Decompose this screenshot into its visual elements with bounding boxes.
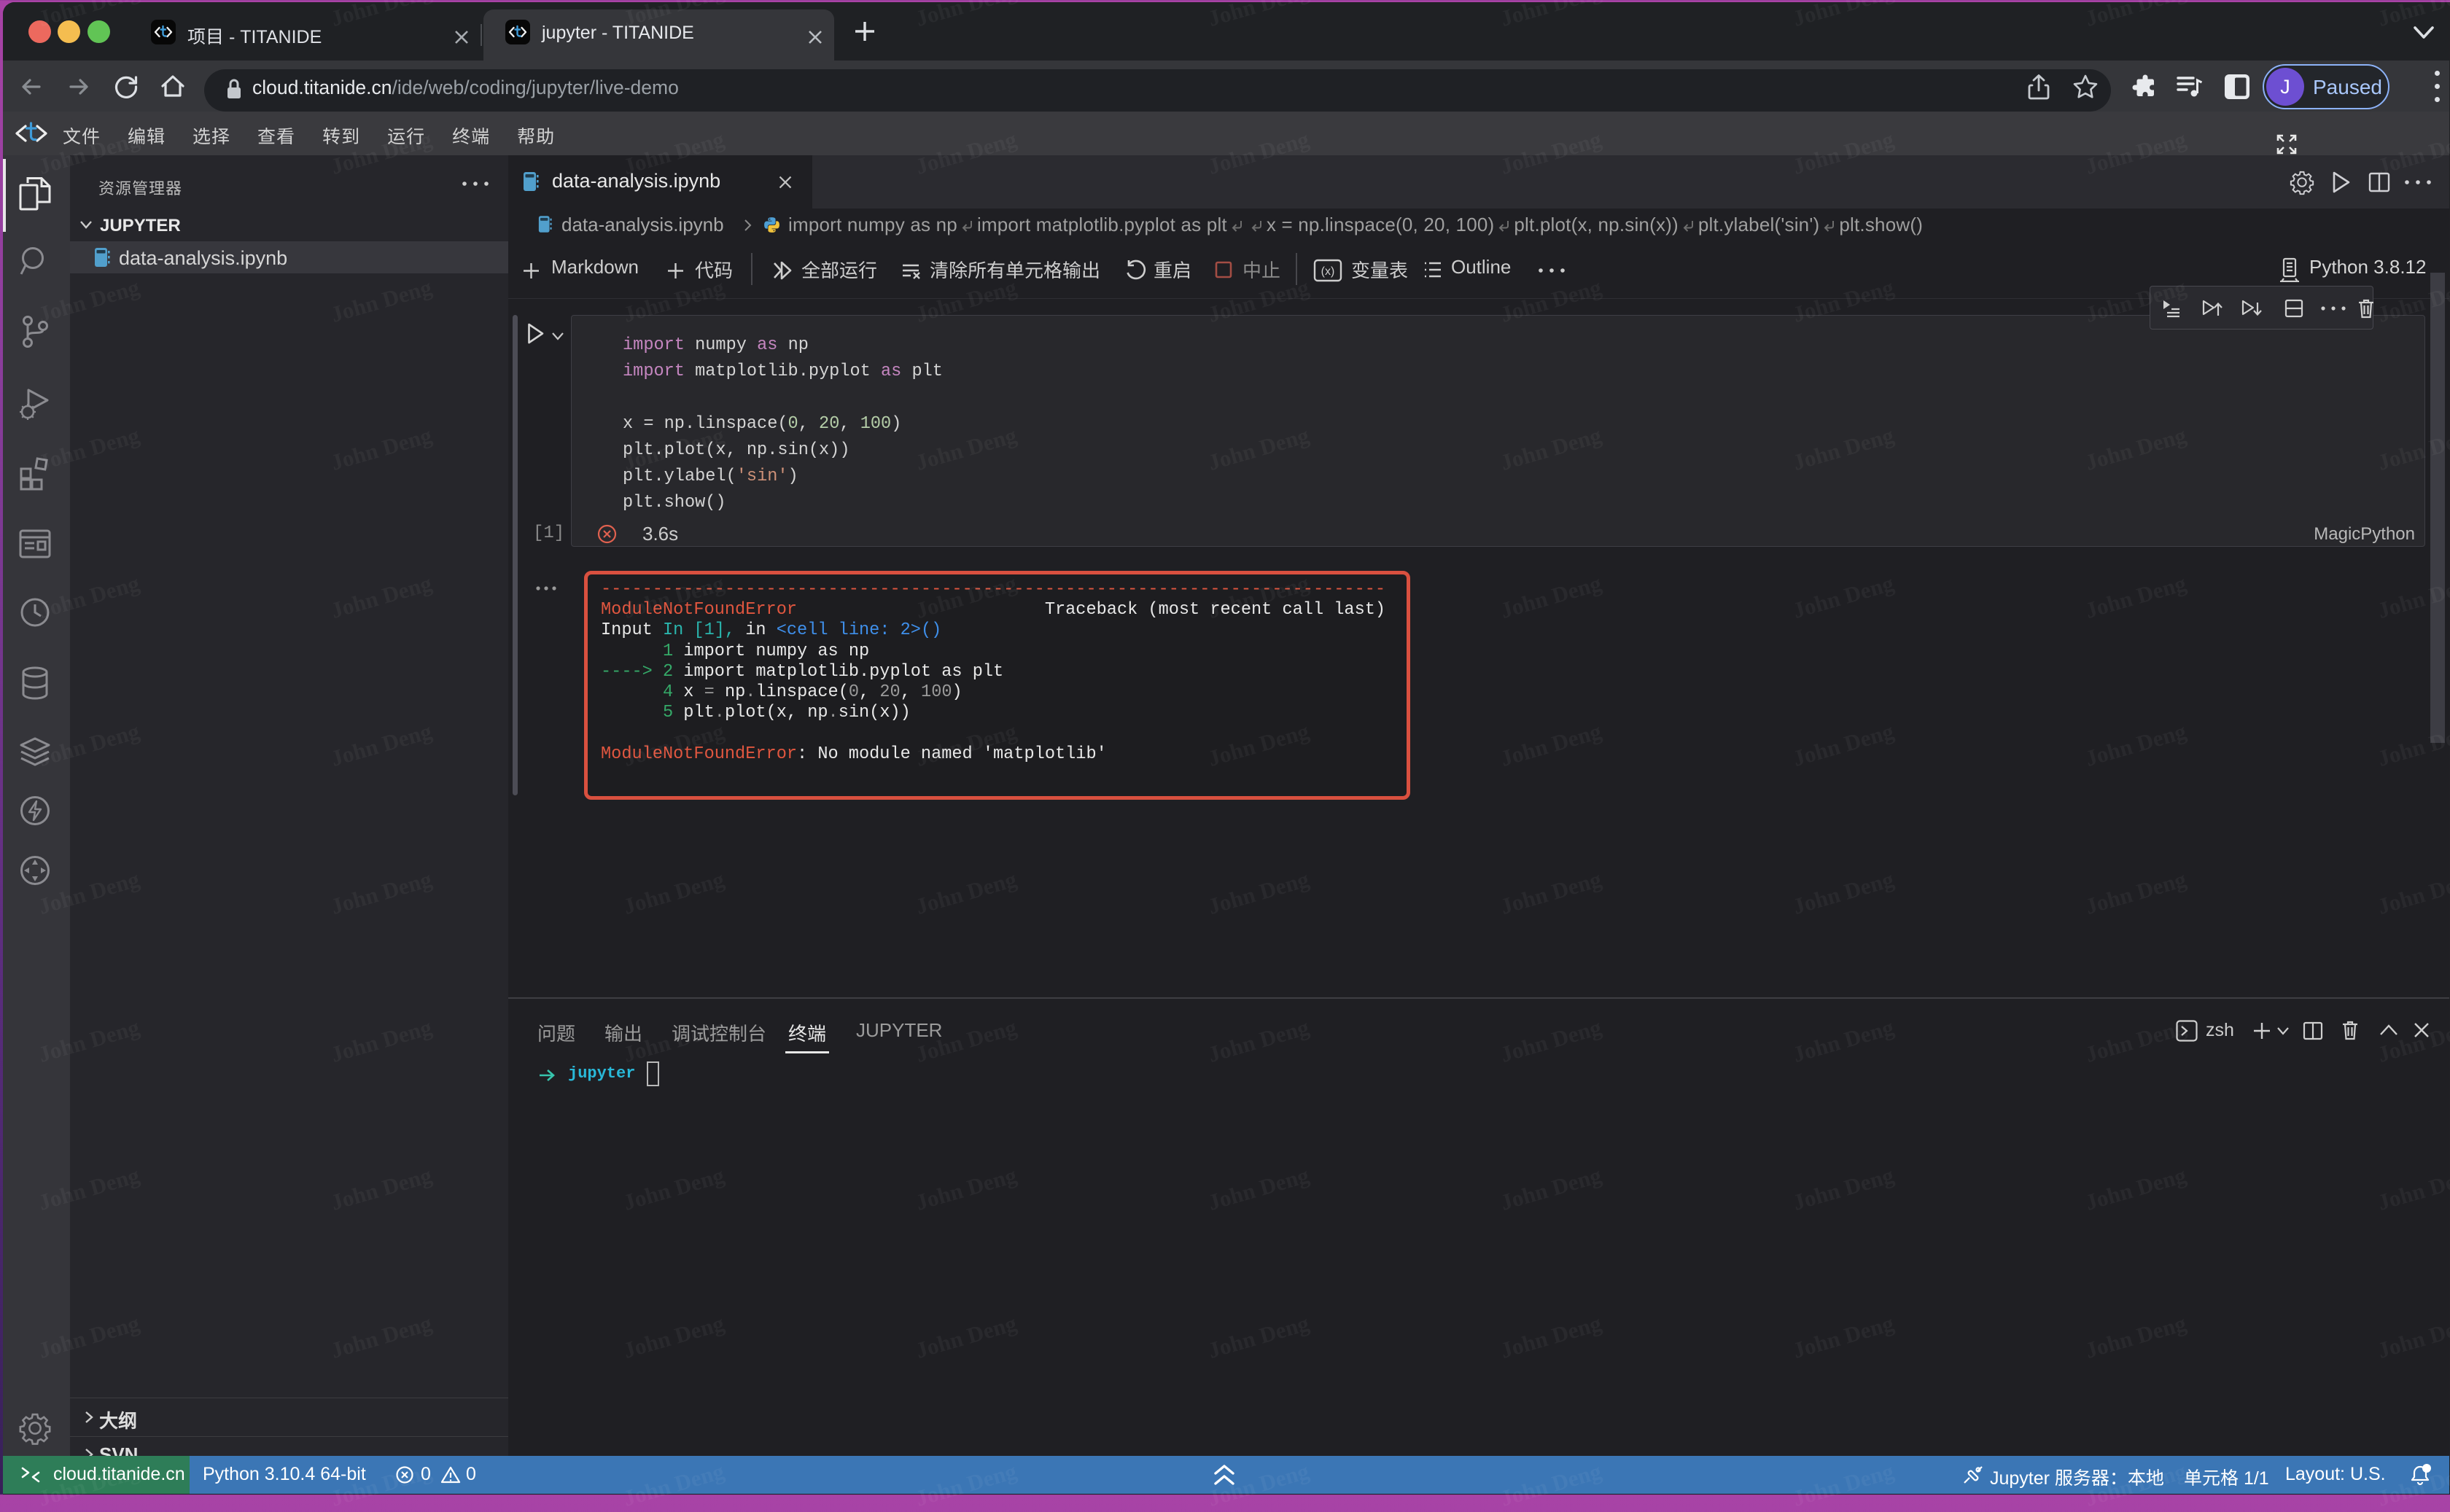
svg-text:(x): (x): [1321, 265, 1335, 278]
